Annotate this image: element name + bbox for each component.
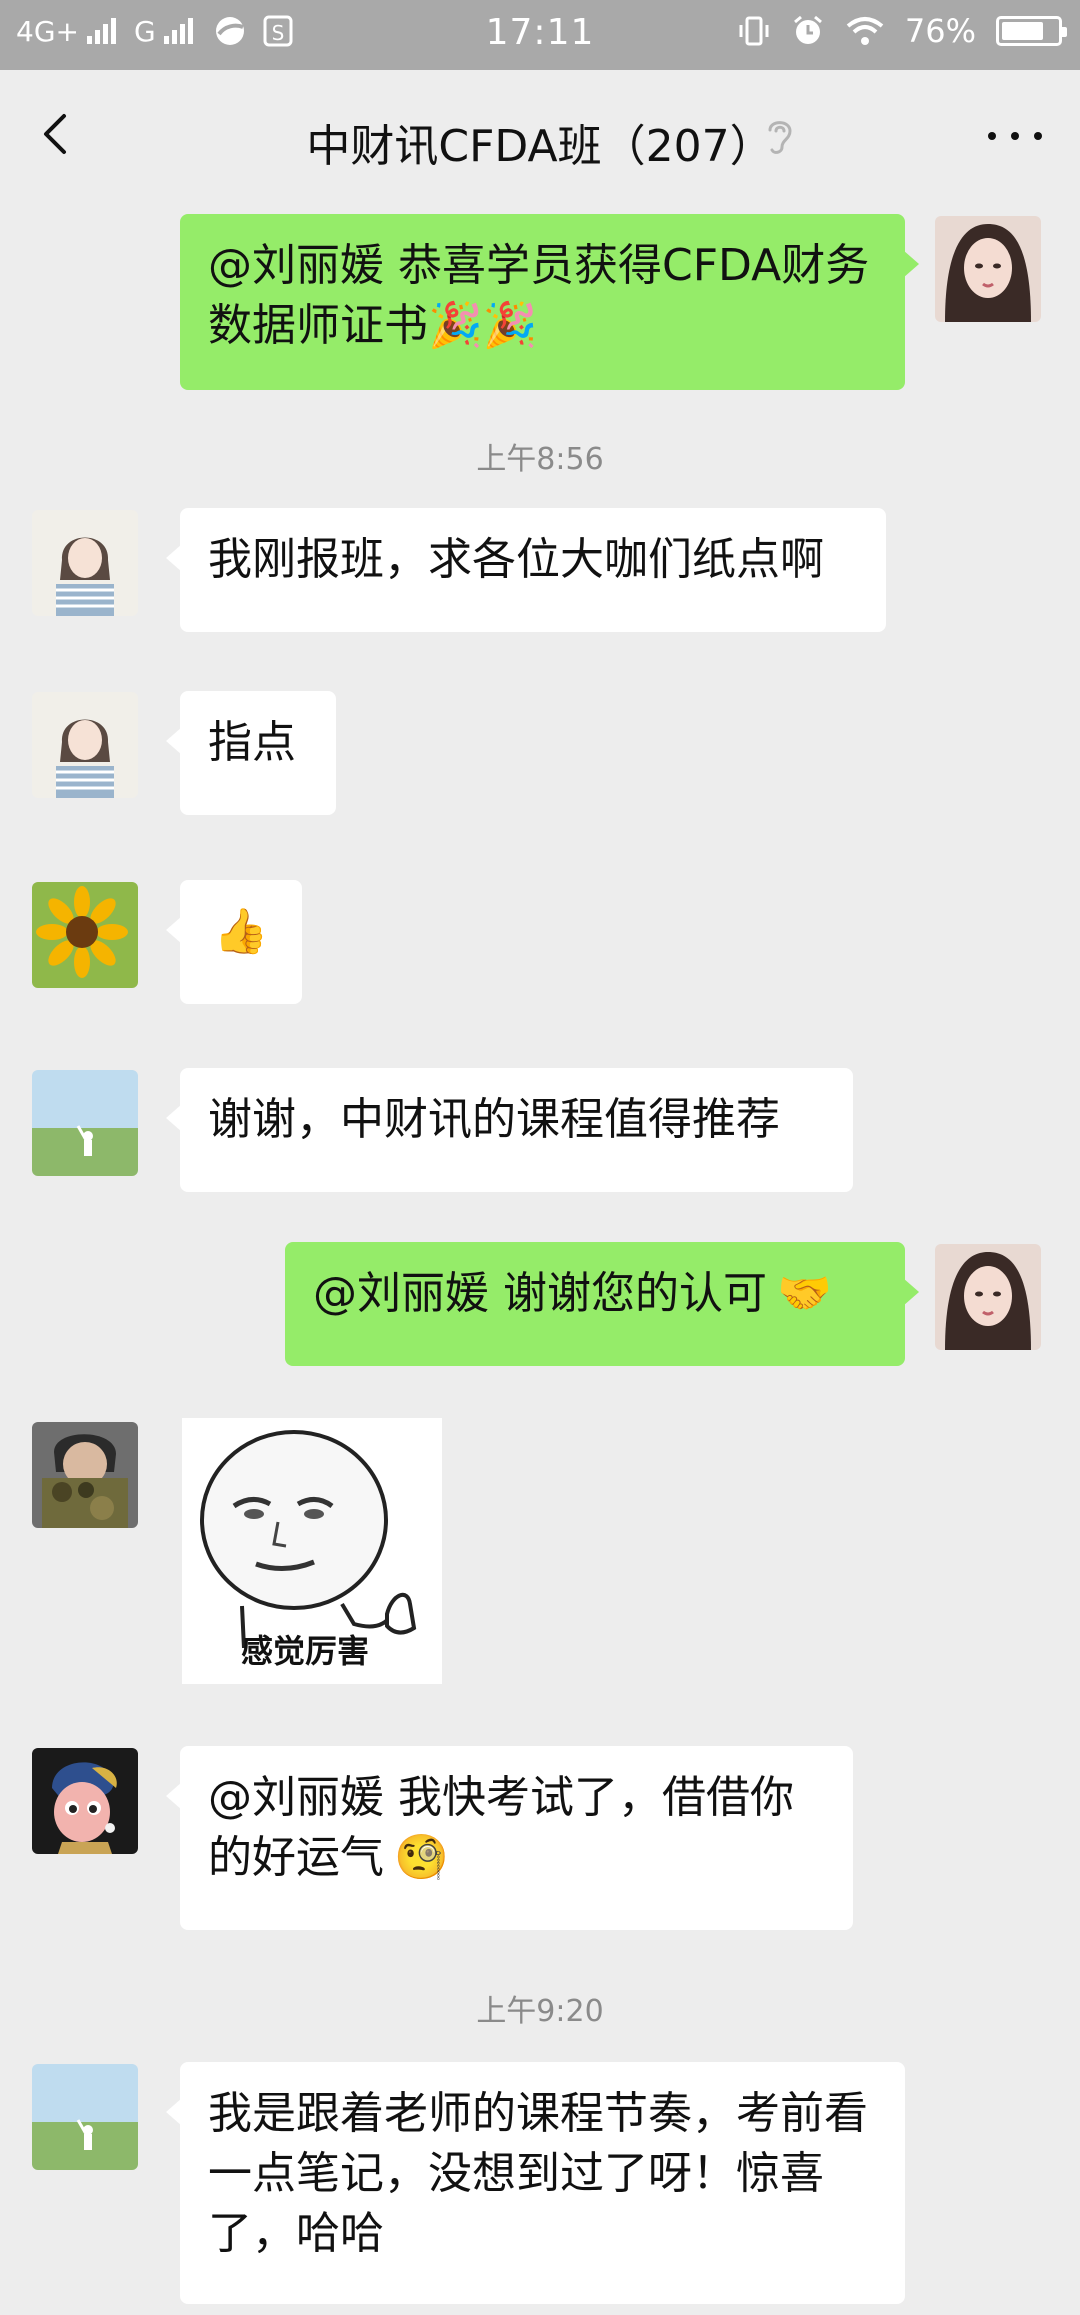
- avatar-user-pearl-girl[interactable]: [32, 1748, 138, 1854]
- monocle-face-emoji: 🧐: [394, 1832, 449, 1883]
- message-bubble-received[interactable]: 我刚报班，求各位大咖们纸点啊: [166, 508, 886, 632]
- status-right: 76%: [737, 12, 1067, 50]
- sticker-image[interactable]: 感觉厉害: [182, 1418, 442, 1684]
- party-popper-emoji: 🎉🎉: [428, 300, 538, 351]
- battery-fill: [1002, 22, 1043, 40]
- ear-icon: [768, 121, 792, 154]
- alarm-icon: [793, 15, 822, 44]
- sticker-face-icon: [200, 1430, 417, 1649]
- battery-percent: 76%: [904, 12, 976, 50]
- message-bubble-received[interactable]: 谢谢，中财讯的课程值得推荐: [166, 1068, 853, 1192]
- avatar-user-camo[interactable]: [32, 1422, 138, 1528]
- avatar-user-field[interactable]: [32, 1070, 138, 1176]
- sticker-caption: 感觉厉害: [240, 1632, 369, 1670]
- avatar-self[interactable]: [935, 1244, 1041, 1350]
- chat-title: 中财讯CFDA班（207）: [306, 121, 774, 172]
- avatar-girl-overalls-icon: [32, 692, 138, 798]
- vibrate-icon: [739, 16, 769, 46]
- avatar-user-girl[interactable]: [32, 692, 138, 798]
- timestamp: 上午9:20: [476, 1994, 604, 2029]
- message-bubble-received[interactable]: @刘丽媛 我快考试了，借借你的好运气 🧐: [166, 1746, 853, 1930]
- wifi-icon: [846, 17, 884, 45]
- avatar-pearl-earring-icon: [32, 1748, 138, 1854]
- status-bar: 4G+ G S 17:11 76%: [0, 0, 1080, 70]
- message-text: 谢谢，中财讯的课程值得推荐: [208, 1094, 780, 1145]
- avatar-girl-icon: [935, 1244, 1041, 1350]
- avatar-field-icon: [32, 1070, 138, 1176]
- handshake-emoji: 🤝: [777, 1268, 832, 1319]
- avatar-user-girl[interactable]: [32, 510, 138, 616]
- avatar-girl-overalls-icon: [32, 510, 138, 616]
- message-bubble-sent[interactable]: @刘丽媛 恭喜学员获得CFDA财务数据师证书🎉🎉: [180, 214, 919, 390]
- sunflower-icon: [32, 882, 138, 988]
- message-text: @刘丽媛 我快考试了，借借你的好运气: [208, 1772, 794, 1883]
- battery-icon: [996, 16, 1067, 46]
- message-text: @刘丽媛 恭喜学员获得CFDA财务数据师证书: [208, 240, 870, 351]
- message-bubble-received[interactable]: 👍: [166, 880, 302, 1004]
- avatar-user-field[interactable]: [32, 2064, 138, 2170]
- timestamp: 上午8:56: [476, 442, 604, 477]
- chat-header: 中财讯CFDA班（207）: [0, 70, 1080, 200]
- message-bubble-sent[interactable]: @刘丽媛 谢谢您的认可 🤝: [285, 1242, 919, 1366]
- message-text: @刘丽媛 谢谢您的认可: [313, 1268, 767, 1319]
- message-text: 指点: [208, 717, 296, 768]
- message-text: 我是跟着老师的课程节奏，考前看一点笔记，没想到过了呀！惊喜了，哈哈: [208, 2088, 868, 2259]
- avatar-self[interactable]: [935, 216, 1041, 322]
- avatar-field-icon: [32, 2064, 138, 2170]
- avatar-man-camo-icon: [32, 1422, 138, 1528]
- avatar-girl-icon: [935, 216, 1041, 322]
- thumbs-up-emoji: 👍: [213, 906, 269, 957]
- avatar-user-sunflower[interactable]: [32, 882, 138, 988]
- message-text: 我刚报班，求各位大咖们纸点啊: [208, 534, 824, 585]
- message-bubble-received[interactable]: 指点: [166, 691, 336, 815]
- message-bubble-received[interactable]: 我是跟着老师的课程节奏，考前看一点笔记，没想到过了呀！惊喜了，哈哈: [166, 2062, 905, 2304]
- more-icon[interactable]: [980, 118, 1050, 154]
